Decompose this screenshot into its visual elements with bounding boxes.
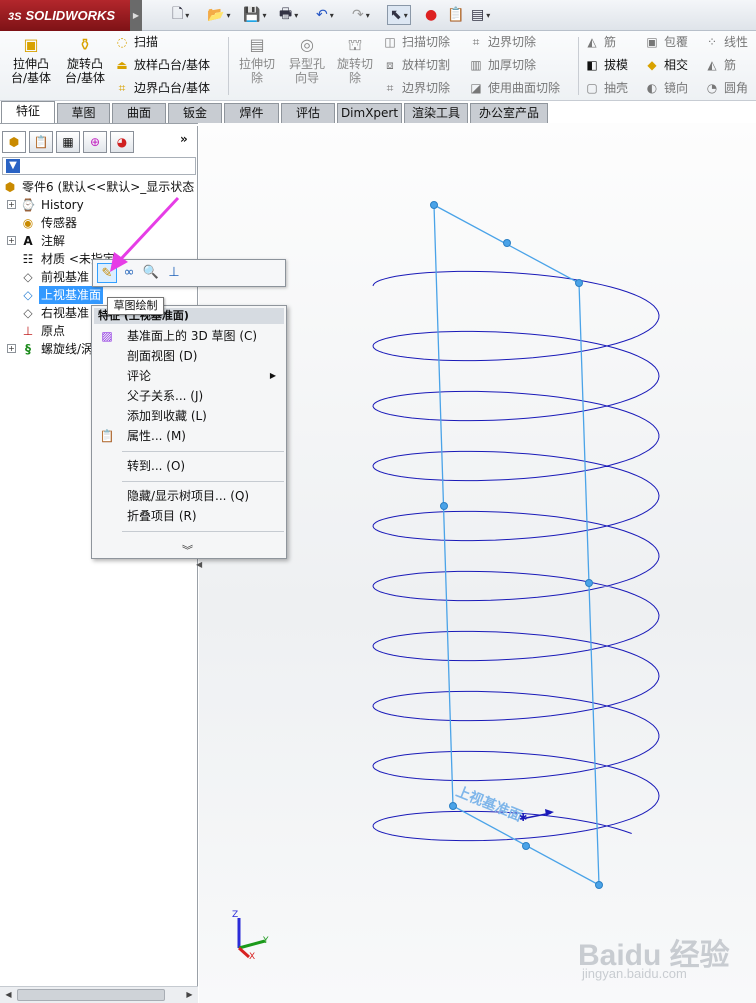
solidworks-window: 3S SOLIDWORKS ▶ 🗋 ▾ 📂 ▾ 💾 ▾ 🖶 ▾ ↶ ▾ ↷ ▾ ⬉ ▾ ● 📋 … bbox=[0, 0, 756, 1003]
highlight-arrow bbox=[118, 196, 180, 262]
annotation-arrow-overlay bbox=[110, 196, 180, 272]
baidu-watermark: Baidu 经验 jingyan.baidu.com bbox=[578, 930, 748, 990]
watermark-url: jingyan.baidu.com bbox=[582, 966, 687, 981]
